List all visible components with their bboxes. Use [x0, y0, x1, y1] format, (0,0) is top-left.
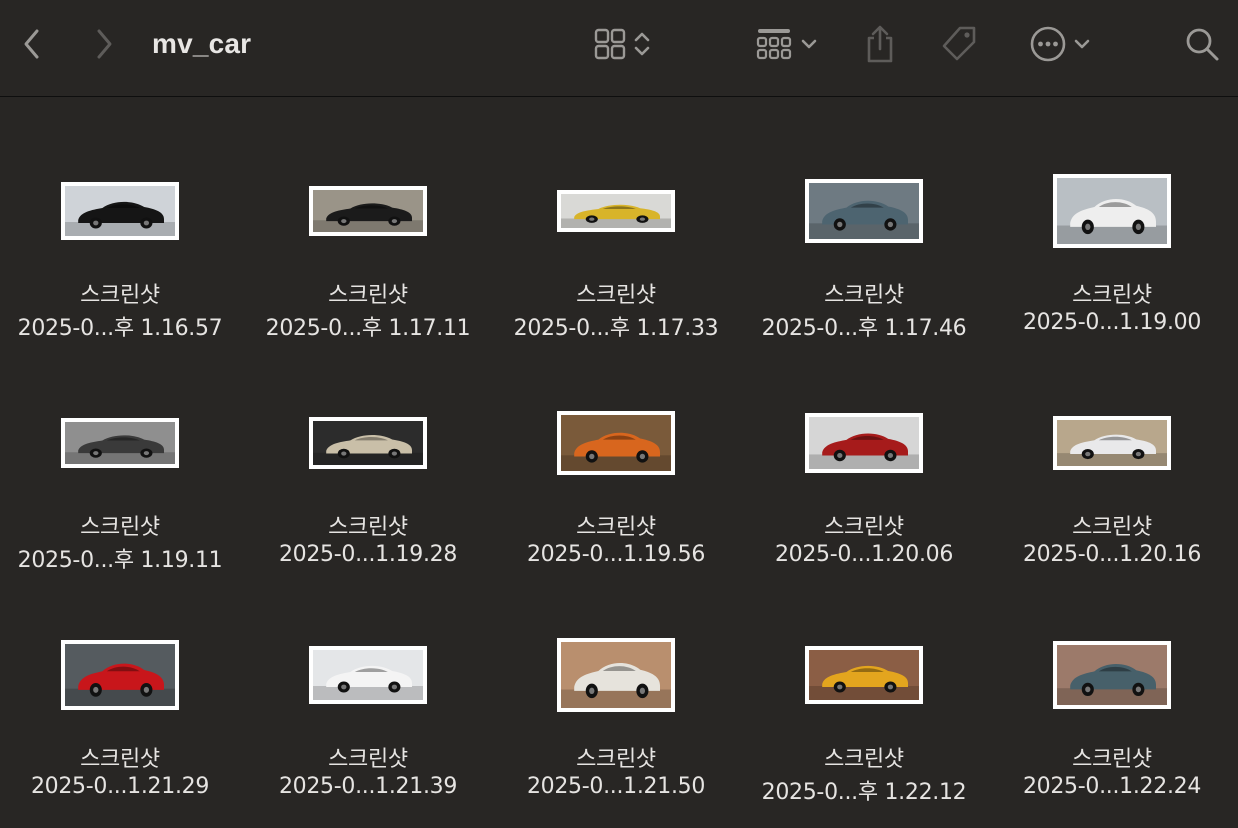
- file-thumbnail: [61, 418, 179, 468]
- file-name-line1: 스크린샷: [576, 747, 656, 772]
- file-thumbnail: [61, 182, 179, 240]
- file-name-line2: 2025-0...후 1.17.46: [761, 316, 967, 341]
- thumbnail-frame: [992, 623, 1232, 727]
- forward-button[interactable]: [86, 22, 122, 66]
- thumbnail-frame: [0, 391, 240, 495]
- file-thumbnail: [557, 411, 675, 475]
- file-name-line1: 스크린샷: [328, 747, 408, 772]
- file-name-line2: 2025-0...1.21.50: [526, 774, 706, 799]
- file-name-line2: 2025-0...후 1.17.33: [513, 316, 719, 341]
- chevron-down-icon: [800, 37, 818, 51]
- search-icon: [1184, 26, 1220, 62]
- file-name-line2: 2025-0...1.21.29: [30, 774, 210, 799]
- file-thumbnail: [61, 640, 179, 710]
- file-name-line2: 2025-0...1.19.28: [278, 542, 458, 567]
- file-name-line1: 스크린샷: [328, 515, 408, 540]
- toolbar: mv_car: [0, 0, 1238, 97]
- file-name-line1: 스크린샷: [1072, 747, 1152, 772]
- file-name-line2: 2025-0...1.22.24: [1022, 774, 1202, 799]
- search-button[interactable]: [1180, 22, 1224, 66]
- group-by-button[interactable]: [746, 22, 826, 66]
- file-name-line1: 스크린샷: [80, 515, 160, 540]
- file-name-line2: 2025-0...1.19.56: [526, 542, 706, 567]
- ellipsis-circle-icon: [1029, 25, 1067, 63]
- file-name-line1: 스크린샷: [824, 747, 904, 772]
- tag-icon: [939, 24, 979, 64]
- thumbnail-frame: [744, 391, 984, 495]
- icon-grid-view-icon: [593, 27, 627, 61]
- file-name-line1: 스크린샷: [824, 283, 904, 308]
- thumbnail-frame: [992, 391, 1232, 495]
- file-name-line1: 스크린샷: [824, 515, 904, 540]
- file-name-line1: 스크린샷: [80, 747, 160, 772]
- file-name-line1: 스크린샷: [1072, 283, 1152, 308]
- file-name-line2: 2025-0...후 1.19.11: [17, 548, 223, 573]
- thumbnail-frame: [496, 623, 736, 727]
- file-thumbnail: [805, 413, 923, 473]
- file-name-line2: 2025-0...1.20.16: [1022, 542, 1202, 567]
- view-mode-button[interactable]: [584, 22, 660, 66]
- file-name-line2: 2025-0...1.19.00: [1022, 310, 1202, 335]
- file-name-line1: 스크린샷: [328, 283, 408, 308]
- thumbnail-frame: [248, 159, 488, 263]
- tag-button[interactable]: [936, 22, 982, 66]
- chevron-down-icon: [1073, 37, 1091, 51]
- file-thumbnail: [1053, 641, 1171, 709]
- thumbnail-frame: [744, 623, 984, 727]
- file-name-line2: 2025-0...후 1.16.57: [17, 316, 223, 341]
- file-name-line2: 2025-0...후 1.17.11: [265, 316, 471, 341]
- file-icon-grid: 스크린샷 2025-0...후 1.16.57 스크린샷 2025-0...후 1.1…: [0, 97, 1238, 828]
- file-thumbnail: [1053, 416, 1171, 470]
- file-thumbnail: [309, 646, 427, 704]
- file-thumbnail: [1053, 174, 1171, 248]
- window-title: mv_car: [152, 28, 252, 59]
- file-thumbnail: [805, 179, 923, 243]
- file-thumbnail: [557, 638, 675, 712]
- thumbnail-frame: [992, 159, 1232, 263]
- thumbnail-frame: [496, 391, 736, 495]
- file-thumbnail: [805, 646, 923, 704]
- file-name-line1: 스크린샷: [80, 283, 160, 308]
- thumbnail-frame: [248, 391, 488, 495]
- file-name-line1: 스크린샷: [576, 283, 656, 308]
- thumbnail-frame: [744, 159, 984, 263]
- chevron-right-icon: [93, 28, 115, 60]
- chevron-left-icon: [21, 28, 43, 60]
- file-name-line1: 스크린샷: [576, 515, 656, 540]
- more-actions-button[interactable]: [1022, 22, 1098, 66]
- share-button[interactable]: [860, 22, 900, 66]
- file-name-line2: 2025-0...1.20.06: [774, 542, 954, 567]
- file-thumbnail: [309, 417, 427, 469]
- thumbnail-frame: [0, 159, 240, 263]
- file-thumbnail: [309, 186, 427, 236]
- file-thumbnail: [557, 190, 675, 232]
- thumbnail-frame: [0, 623, 240, 727]
- share-icon: [863, 24, 897, 64]
- thumbnail-frame: [496, 159, 736, 263]
- group-by-icon: [754, 26, 794, 62]
- file-name-line1: 스크린샷: [1072, 515, 1152, 540]
- file-name-line2: 2025-0...1.21.39: [278, 774, 458, 799]
- file-name-line2: 2025-0...후 1.22.12: [761, 780, 967, 805]
- chevron-updown-icon: [633, 29, 651, 59]
- thumbnail-frame: [248, 623, 488, 727]
- back-button[interactable]: [14, 22, 50, 66]
